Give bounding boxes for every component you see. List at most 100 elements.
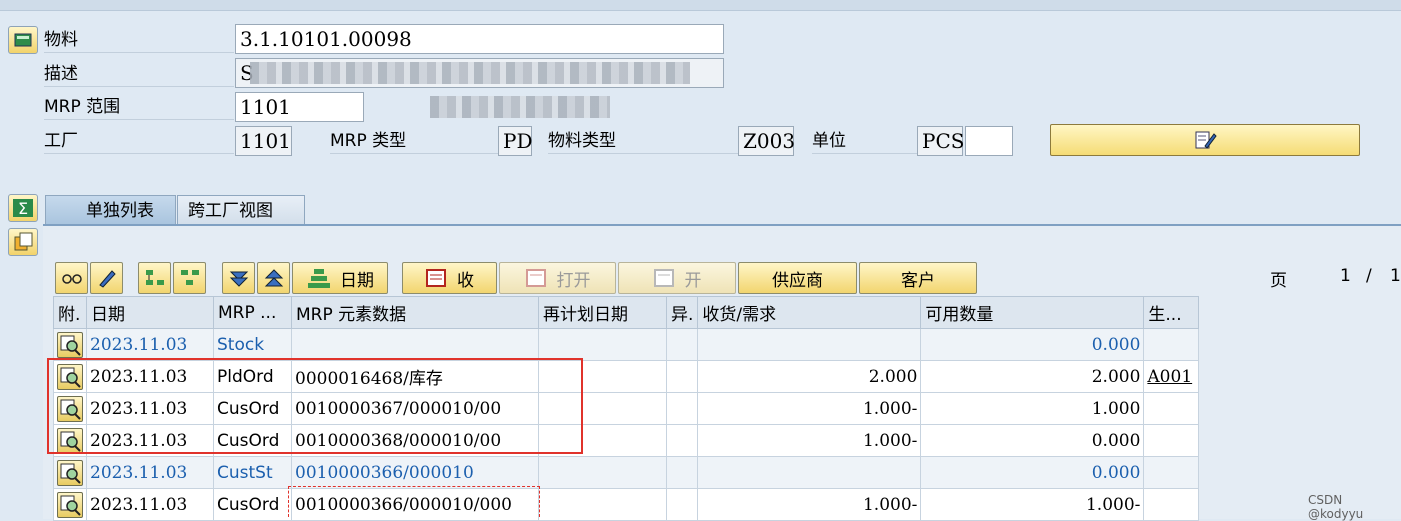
- svg-text:Σ: Σ: [18, 199, 28, 218]
- material-label: 物料: [44, 27, 234, 53]
- open-button[interactable]: 打开: [499, 262, 616, 294]
- table-header-row: 附. 日期 MRP ... MRP 元素数据 再计划日期 异. 收货/需求 可用…: [53, 296, 1200, 329]
- redacted-block-2: [430, 96, 610, 118]
- tab-single-list[interactable]: 单独列表: [45, 195, 176, 225]
- available-qty-cell: 0.000: [920, 328, 1145, 361]
- details-button[interactable]: [55, 262, 88, 294]
- available-qty-cell: 1.000-: [920, 488, 1145, 521]
- plant-field: 1101: [235, 126, 292, 156]
- date-button[interactable]: 日期: [292, 262, 388, 294]
- receipt-requirement-cell: 2.000: [697, 360, 922, 393]
- mrp-type-field: PD: [498, 126, 533, 156]
- detail-magnifier-icon[interactable]: [57, 491, 83, 518]
- reschedule-cell: [538, 456, 667, 489]
- exception-cell: [665, 424, 699, 457]
- tree-collapse-icon: [180, 270, 199, 285]
- row-detail-cell[interactable]: [53, 488, 87, 521]
- open2-button-label: 开: [684, 270, 702, 291]
- tab-cross-plant-view[interactable]: 跨工厂视图: [177, 195, 305, 225]
- production-version-cell[interactable]: A001: [1143, 360, 1200, 393]
- date-cell: 2023.11.03: [86, 328, 214, 361]
- available-qty-cell: 1.000: [920, 392, 1145, 425]
- receipt-requirement-cell: 1.000-: [697, 488, 922, 521]
- mrp-area-field[interactable]: 1101: [235, 92, 364, 122]
- col-receipt-requirement[interactable]: 收货/需求: [697, 296, 922, 329]
- exception-cell: [665, 328, 699, 361]
- tree-expand-icon: [145, 270, 164, 285]
- material-field[interactable]: 3.1.10101.00098: [235, 24, 724, 54]
- edit-pencil-icon: [1195, 131, 1217, 149]
- mrp-element-cell: CustSt: [213, 456, 292, 489]
- element-data-cell[interactable]: [291, 328, 539, 361]
- open-button-label: 打开: [556, 270, 591, 291]
- customer-button[interactable]: 客户: [859, 262, 977, 294]
- production-version-cell[interactable]: [1143, 328, 1200, 361]
- highlight-box: [47, 358, 583, 454]
- edit-row-button[interactable]: [90, 262, 123, 294]
- col-available-qty[interactable]: 可用数量: [920, 296, 1145, 329]
- mrp-area-label: MRP 范围: [44, 94, 234, 120]
- sort-ascending-icon: [264, 269, 283, 287]
- col-production-version[interactable]: 生...: [1143, 296, 1200, 329]
- row-detail-cell[interactable]: [53, 456, 87, 489]
- production-version-cell[interactable]: [1143, 424, 1200, 457]
- mrp-type-label: MRP 类型: [330, 128, 498, 154]
- date-button-label: 日期: [340, 270, 374, 291]
- edit-button[interactable]: [1050, 124, 1360, 156]
- col-mrp-element[interactable]: MRP ...: [213, 296, 292, 329]
- col-exception[interactable]: 异.: [665, 296, 699, 329]
- mrp-element-cell: Stock: [213, 328, 292, 361]
- receipt-button[interactable]: 收: [402, 262, 497, 294]
- unit-field: PCS: [917, 126, 964, 156]
- page-separator: /: [1366, 266, 1372, 286]
- receipt-requirement-cell: [697, 328, 922, 361]
- col-reschedule-date[interactable]: 再计划日期: [538, 296, 667, 329]
- table-row[interactable]: 2023.11.03 CusOrd 0010000366/000010/000 1.0…: [53, 488, 1200, 521]
- sort-up-button[interactable]: [257, 262, 290, 294]
- open2-button[interactable]: 开: [618, 262, 736, 294]
- material-type-label: 物料类型: [548, 128, 738, 154]
- exception-cell: [665, 392, 699, 425]
- unit-label: 单位: [812, 128, 917, 154]
- top-strip: [0, 0, 1401, 11]
- open-doc-icon: [525, 269, 546, 287]
- detail-magnifier-icon[interactable]: [57, 459, 83, 486]
- table-row[interactable]: 2023.11.03 Stock 0.000: [53, 328, 1200, 361]
- production-version-cell[interactable]: [1143, 392, 1200, 425]
- available-qty-cell: 0.000: [920, 456, 1145, 489]
- pencil-icon: [98, 270, 116, 288]
- page-total: 1: [1390, 266, 1401, 286]
- copy-icon[interactable]: [8, 228, 38, 256]
- date-list-icon: [308, 269, 330, 288]
- table-row[interactable]: 2023.11.03 CustSt 0010000366/000010 0.000: [53, 456, 1200, 489]
- receipt-requirement-cell: [697, 456, 922, 489]
- description-label: 描述: [44, 61, 234, 87]
- collapse-tree-button[interactable]: [173, 262, 206, 294]
- expand-tree-button[interactable]: [138, 262, 171, 294]
- glasses-icon: [61, 274, 82, 284]
- reschedule-cell: [538, 488, 667, 521]
- sum-icon[interactable]: Σ: [8, 194, 38, 222]
- reschedule-cell: [538, 328, 667, 361]
- vendor-button[interactable]: 供应商: [738, 262, 857, 294]
- col-attachment[interactable]: 附.: [53, 296, 87, 329]
- production-version-cell[interactable]: [1143, 456, 1200, 489]
- selection-box: [288, 486, 540, 517]
- exception-cell: [665, 488, 699, 521]
- detail-magnifier-icon[interactable]: [57, 331, 83, 358]
- row-detail-cell[interactable]: [53, 328, 87, 361]
- mrp-element-cell: CusOrd: [213, 488, 292, 521]
- plant-label: 工厂: [44, 128, 234, 154]
- unit-extra-field[interactable]: [965, 126, 1013, 156]
- header-toggle-icon[interactable]: [8, 26, 38, 54]
- element-data-cell[interactable]: 0010000366/000010: [291, 456, 539, 489]
- page-label: 页: [1270, 271, 1287, 291]
- receipt-icon: [426, 269, 446, 287]
- page-current: 1: [1340, 266, 1351, 286]
- col-date[interactable]: 日期: [86, 296, 214, 329]
- receipt-requirement-cell: 1.000-: [697, 424, 922, 457]
- col-mrp-element-data[interactable]: MRP 元素数据: [291, 296, 539, 329]
- sort-descending-icon: [229, 271, 248, 287]
- sort-down-button[interactable]: [222, 262, 255, 294]
- production-version-cell[interactable]: [1143, 488, 1200, 521]
